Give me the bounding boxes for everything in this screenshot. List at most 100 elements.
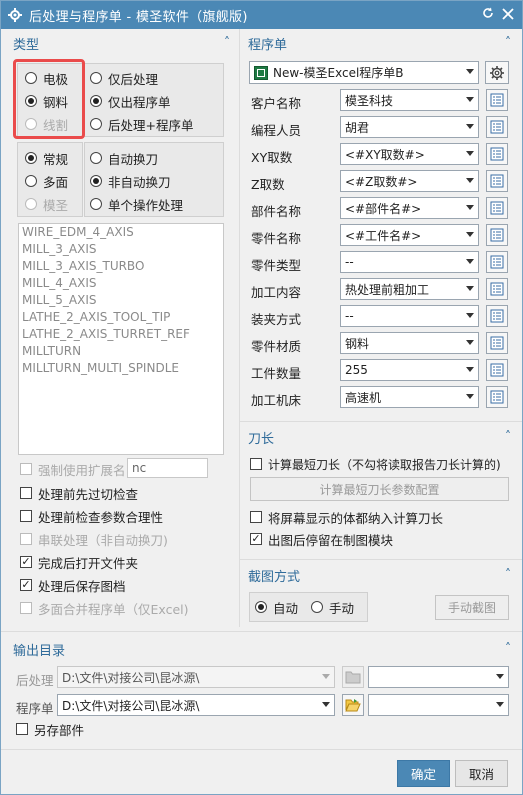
collapse-chevron-icon[interactable]: ˄ (501, 641, 515, 655)
chevron-down-icon[interactable] (466, 205, 474, 210)
ok-button[interactable]: 确定 (397, 760, 450, 787)
list-item[interactable]: LATHE_2_AXIS_TOOL_TIP (19, 309, 223, 326)
radio-circle[interactable] (25, 152, 37, 164)
overcut-check-checkbox[interactable]: 处理前先过切检查 (20, 484, 138, 502)
field-list-button[interactable] (486, 305, 508, 327)
prog-dir-extra-select[interactable] (368, 694, 509, 716)
field-list-button[interactable] (486, 386, 508, 408)
chevron-down-icon[interactable] (466, 367, 474, 372)
field-select[interactable]: 钢料 (340, 332, 479, 354)
checkmark-icon[interactable]: ✓ (20, 579, 32, 591)
field-select[interactable]: <#Z取数#> (340, 170, 479, 192)
calc-config-button[interactable]: 计算最短刀长参数配置 (250, 477, 509, 501)
settings-gear-button[interactable] (485, 61, 509, 84)
chevron-down-icon[interactable] (496, 702, 504, 707)
field-list-button[interactable] (486, 359, 508, 381)
prog-dir-select[interactable]: D:\文件\对接公司\昆冰源\ (57, 694, 335, 716)
chevron-down-icon[interactable] (466, 97, 474, 102)
field-select[interactable]: 模圣科技 (340, 89, 479, 111)
field-select[interactable]: 255 (340, 359, 479, 381)
checkbox-box[interactable] (16, 723, 28, 735)
post-dir-extra-select[interactable] (368, 666, 509, 688)
field-select[interactable]: <#XY取数#> (340, 143, 479, 165)
radio-circle[interactable] (90, 118, 102, 130)
radio-multiface[interactable]: 多面 (25, 172, 68, 190)
cancel-button[interactable]: 取消 (455, 760, 508, 787)
field-list-button[interactable] (486, 197, 508, 219)
field-select[interactable]: -- (340, 251, 479, 273)
field-select[interactable]: 胡君 (340, 116, 479, 138)
field-list-button[interactable] (486, 224, 508, 246)
include-bodies-checkbox[interactable]: 将屏幕显示的体都纳入计算刀长 (250, 508, 443, 526)
radio-capture-manual[interactable]: 手动 (311, 598, 354, 616)
chevron-down-icon[interactable] (466, 286, 474, 291)
chevron-down-icon[interactable] (466, 259, 474, 264)
field-list-button[interactable] (486, 116, 508, 138)
list-item[interactable]: MILL_3_AXIS (19, 241, 223, 258)
postprocessor-list[interactable]: WIRE_EDM_4_AXIS MILL_3_AXIS MILL_3_AXIS_… (18, 223, 224, 455)
chevron-down-icon[interactable] (466, 178, 474, 183)
field-select[interactable]: <#工件名#> (340, 224, 479, 246)
list-item[interactable]: MILL_3_AXIS_TURBO (19, 258, 223, 275)
checkbox-box[interactable] (250, 511, 262, 523)
close-icon[interactable] (499, 6, 517, 24)
checkbox-box[interactable] (250, 458, 262, 470)
radio-circle[interactable] (90, 72, 102, 84)
list-item[interactable]: WIRE_EDM_4_AXIS (19, 224, 223, 241)
collapse-chevron-icon[interactable]: ˄ (501, 35, 515, 49)
chevron-down-icon[interactable] (496, 674, 504, 679)
radio-non-auto-toolchange[interactable]: 非自动换刀 (90, 172, 171, 190)
collapse-chevron-icon[interactable]: ˄ (501, 567, 515, 581)
list-item[interactable]: LATHE_2_AXIS_TURRET_REF (19, 326, 223, 343)
field-list-button[interactable] (486, 251, 508, 273)
save-part-after-checkbox[interactable]: ✓ 处理后保存图档 (20, 576, 126, 594)
field-select[interactable]: -- (340, 305, 479, 327)
radio-auto-toolchange[interactable]: 自动换刀 (90, 149, 158, 167)
radio-circle[interactable] (90, 95, 102, 107)
chevron-down-icon[interactable] (466, 151, 474, 156)
chevron-down-icon[interactable] (466, 232, 474, 237)
chevron-down-icon[interactable] (322, 702, 330, 707)
checkmark-icon[interactable]: ✓ (250, 533, 262, 545)
calc-shortest-checkbox[interactable]: 计算最短刀长（不勾将读取报告刀长计算的) (250, 455, 501, 473)
stay-drafting-checkbox[interactable]: ✓ 出图后停留在制图模块 (250, 530, 393, 548)
chevron-down-icon[interactable] (466, 313, 474, 318)
checkmark-icon[interactable]: ✓ (20, 556, 32, 568)
chevron-down-icon[interactable] (466, 394, 474, 399)
field-select[interactable]: 高速机 (340, 386, 479, 408)
reset-icon[interactable] (479, 6, 497, 24)
field-list-button[interactable] (486, 332, 508, 354)
chevron-down-icon[interactable] (466, 69, 474, 74)
list-item[interactable]: MILL_4_AXIS (19, 275, 223, 292)
save-part-checkbox[interactable]: 另存部件 (16, 720, 84, 738)
field-list-button[interactable] (486, 278, 508, 300)
radio-circle[interactable] (90, 152, 102, 164)
collapse-chevron-icon[interactable]: ˄ (501, 429, 515, 443)
radio-circle[interactable] (90, 175, 102, 187)
field-list-button[interactable] (486, 170, 508, 192)
open-folder-checkbox[interactable]: ✓ 完成后打开文件夹 (20, 553, 138, 571)
field-list-button[interactable] (486, 143, 508, 165)
radio-circle[interactable] (255, 601, 267, 613)
browse-folder-button[interactable] (342, 694, 364, 716)
field-select[interactable]: 热处理前粗加工 (340, 278, 479, 300)
param-check-checkbox[interactable]: 处理前检查参数合理性 (20, 507, 163, 525)
list-item[interactable]: MILLTURN (19, 343, 223, 360)
radio-post-only[interactable]: 仅后处理 (90, 69, 158, 87)
manual-capture-button[interactable]: 手动截图 (435, 595, 509, 620)
radio-circle[interactable] (90, 198, 102, 210)
field-select[interactable]: <#部件名#> (340, 197, 479, 219)
radio-circle[interactable] (311, 601, 323, 613)
radio-circle[interactable] (25, 175, 37, 187)
list-item[interactable]: MILL_5_AXIS (19, 292, 223, 309)
checkbox-box[interactable] (20, 487, 32, 499)
checkbox-box[interactable] (20, 510, 32, 522)
chevron-down-icon[interactable] (466, 340, 474, 345)
collapse-chevron-icon[interactable]: ˄ (220, 35, 234, 49)
list-item[interactable]: MILLTURN_MULTI_SPINDLE (19, 360, 223, 377)
radio-capture-auto[interactable]: 自动 (255, 598, 298, 616)
extension-input[interactable]: nc (127, 458, 208, 478)
template-select[interactable]: New-模圣Excel程序单B (249, 61, 479, 84)
chevron-down-icon[interactable] (466, 124, 474, 129)
field-list-button[interactable] (486, 89, 508, 111)
